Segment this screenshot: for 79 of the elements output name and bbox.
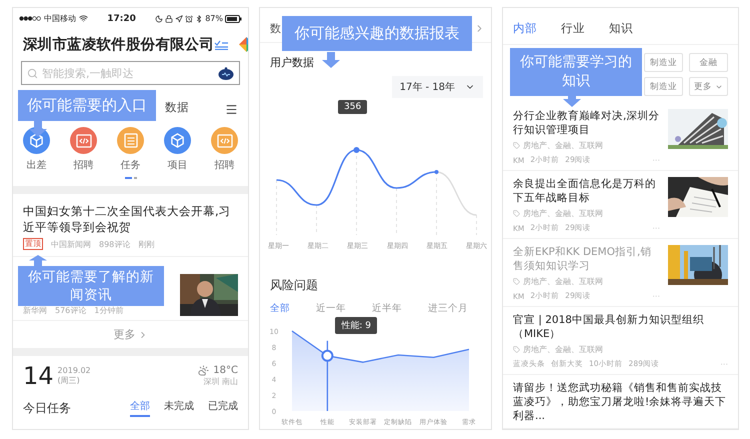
pinned-tag: 置顶: [23, 238, 43, 250]
wifi-icon: [79, 14, 88, 23]
moon-icon: [155, 14, 164, 22]
section-title: 今日任务: [23, 400, 71, 416]
location-name: 深圳 南山: [203, 376, 238, 387]
battery-percent: 87%: [205, 14, 223, 23]
chart-title: 风险问题: [270, 277, 318, 294]
filter-chip[interactable]: 制造业: [644, 77, 683, 96]
checklist-icon[interactable]: [214, 39, 230, 50]
cube-icon: [170, 133, 185, 148]
cube-icon: [29, 133, 44, 148]
tag-icon: [513, 210, 520, 217]
date-month: 2019.02: [58, 366, 91, 375]
category-tab[interactable]: 行业: [561, 21, 585, 38]
code-icon: [76, 134, 92, 148]
callout-banner: 你可能需要学习的知识: [510, 48, 642, 96]
task-tab[interactable]: 全部: [130, 399, 150, 417]
shortcut-item[interactable]: 招聘: [211, 127, 238, 172]
task-tab[interactable]: 已完成: [208, 399, 238, 417]
comment-count: 898评论: [99, 238, 130, 250]
tab[interactable]: 数据: [165, 100, 189, 118]
article-tags: 房地产、金融、互联网: [523, 276, 603, 287]
article-title[interactable]: 官宣 | 2018中国最具创新力知识型组织（MIKE）: [513, 313, 728, 341]
battery-icon: [225, 14, 242, 22]
callout-banner: 你可能感兴趣的数据报表: [282, 16, 472, 51]
location-icon: [175, 14, 184, 22]
robot-icon[interactable]: [218, 66, 234, 80]
article-tags: 房地产、金融、互联网: [523, 140, 603, 151]
task-tab[interactable]: 未完成: [164, 399, 194, 417]
article-tags: 房地产、金融、互联网: [523, 208, 603, 219]
filter-chip[interactable]: 金融: [689, 53, 728, 72]
shortcut-item[interactable]: 项目: [164, 127, 191, 172]
period-tab[interactable]: 全部: [270, 302, 290, 317]
section-title: 数: [270, 21, 281, 36]
category-tab[interactable]: 内部: [513, 21, 537, 38]
category-tab[interactable]: 知识: [609, 21, 633, 38]
news-source: 新华网: [23, 305, 47, 316]
callout-banner: 你可能需要了解的新闻资讯: [18, 266, 164, 306]
value-tooltip: 性能: 9: [335, 317, 378, 334]
temperature: 18°C: [213, 365, 238, 376]
article-tags: 房地产、金融、互联网: [523, 344, 603, 355]
code-icon: [216, 134, 232, 148]
filter-chip[interactable]: 制造业: [644, 53, 683, 72]
tag-icon: [513, 278, 520, 285]
callout-arrow-icon: [29, 255, 47, 266]
bluetooth-icon: [195, 14, 204, 22]
news-time: 刚刚: [138, 238, 154, 250]
article-title[interactable]: 请留步！送您武功秘籍《销售和售前实战技蓝凌巧》，助您宝刀屠龙啦!余妹将寻遍天下利器...: [513, 381, 728, 423]
tag-icon: [513, 142, 520, 149]
article-title[interactable]: 余良提出全面信息化是万科的下五年战略目标: [513, 177, 660, 205]
document-icon: [124, 133, 138, 148]
tag-icon: [513, 346, 520, 353]
chart-title: 用户数据: [270, 55, 314, 70]
callout-banner: 你可能需要的入口: [18, 90, 156, 121]
news-headline[interactable]: 中国妇女第十二次全国代表大会开幕,习近平等领导到会祝贺: [23, 203, 238, 235]
callout-arrow-icon: [322, 52, 340, 68]
carrier-name: 中国移动: [44, 13, 76, 24]
year-range-dropdown[interactable]: 17年 - 18年: [392, 76, 483, 98]
crosshair-marker: [321, 340, 334, 411]
menu-icon[interactable]: [225, 102, 238, 116]
clock-time: 17:20: [107, 14, 136, 24]
company-title: 深圳市蓝凌软件股份有限公司: [23, 36, 214, 54]
callout-arrow-icon: [29, 121, 47, 137]
date-day: 14: [23, 362, 54, 390]
weather-icon: [198, 365, 210, 376]
shortcut-item[interactable]: 任务: [117, 127, 144, 172]
more-dropdown[interactable]: 更多: [689, 77, 728, 96]
search-field[interactable]: 智能搜索,一触即达: [21, 61, 240, 85]
signal-icon: [19, 16, 41, 21]
value-tooltip: 356: [338, 100, 368, 114]
news-source: 中国新闻网: [51, 238, 91, 250]
article-title[interactable]: 分行企业教育巅峰对决,深圳分行知识管理项目: [513, 109, 660, 137]
comment-count: 576评论: [55, 305, 86, 316]
alarm-icon: [185, 14, 194, 22]
search-icon: [27, 68, 38, 78]
shortcut-item[interactable]: 招聘: [70, 127, 97, 172]
lock-icon: [165, 14, 174, 22]
news-time: 1分钟前: [94, 305, 124, 316]
date-weekday: (周三): [58, 375, 81, 386]
